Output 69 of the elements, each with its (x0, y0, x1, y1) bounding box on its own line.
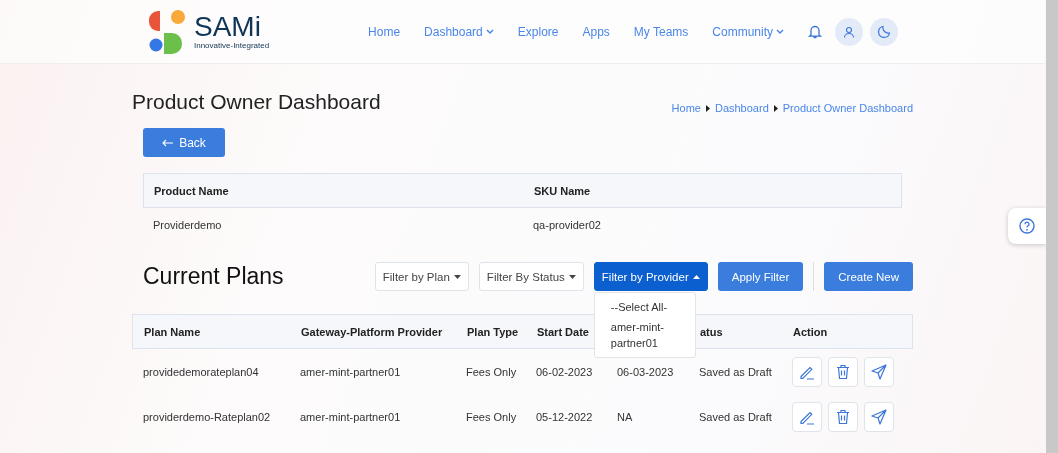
column-header: Gateway-Platform Provider (301, 325, 444, 338)
column-header: Action (793, 325, 829, 338)
send-button[interactable] (864, 401, 894, 432)
column-header: SKU Name (534, 184, 592, 197)
send-icon (871, 363, 887, 380)
nav-link[interactable]: Explore (517, 24, 559, 39)
table-cell-text: 05-12-2022 (536, 410, 594, 423)
dark-mode-button[interactable] (870, 17, 898, 46)
nav-link[interactable]: Community (712, 24, 784, 39)
column-header: Plan Type (467, 325, 520, 338)
table-cell-text: amer-mint-partner01 (300, 365, 402, 378)
create-new-button[interactable]: Create New (824, 262, 913, 291)
nav-link[interactable]: Home (368, 24, 401, 39)
table-cell-text: qa-provider02 (533, 218, 602, 231)
trash-icon (836, 408, 850, 425)
table-cell-text: NA (617, 410, 634, 423)
delete-button[interactable] (828, 356, 858, 387)
edit-button[interactable] (792, 356, 822, 387)
table-cell-text: 06-03-2023 (617, 365, 675, 378)
caret-icon (453, 274, 461, 279)
column-header: Plan Name (144, 325, 202, 338)
scrollbar[interactable] (1046, 0, 1058, 453)
bell-icon[interactable] (808, 24, 822, 39)
brand-name: SAMi (194, 13, 262, 41)
table-cell-text: Fees Only (466, 365, 518, 378)
table-cell-text: amer-mint-partner01 (300, 410, 402, 423)
breadcrumb-separator-icon (705, 104, 710, 112)
apply-filter-button[interactable]: Apply Filter (717, 262, 804, 291)
user-button[interactable] (835, 17, 863, 46)
chevron-down-icon (776, 28, 784, 35)
caret-icon (568, 274, 576, 279)
moon-icon (877, 25, 891, 38)
edit-button[interactable] (792, 401, 822, 432)
breadcrumb-link[interactable]: Product Owner Dashboard (782, 102, 913, 114)
dropdown-option[interactable]: --Select All- (594, 297, 697, 317)
nav-link[interactable]: Apps (582, 24, 610, 39)
table-cell-text: 06-02-2023 (536, 365, 594, 378)
column-header: atus (700, 325, 724, 338)
brand-tagline: Innovative-Integrated (194, 41, 270, 50)
caret-icon (692, 274, 700, 279)
chevron-down-icon (485, 28, 494, 35)
filter-dropdown[interactable]: Filter by Plan (374, 262, 469, 291)
delete-button[interactable] (828, 401, 858, 432)
user-icon (843, 25, 855, 38)
arrow-left-icon (162, 138, 174, 147)
section-title: Current Plans (143, 263, 285, 290)
table-cell-text: providerdemo-Rateplan02 (143, 410, 272, 423)
nav-link[interactable]: My Teams (633, 24, 689, 39)
filter-dropdown[interactable]: Filter By Status (478, 262, 584, 291)
send-icon (871, 408, 887, 425)
breadcrumb-link[interactable]: Dashboard (714, 102, 769, 114)
breadcrumb-separator-icon (773, 104, 778, 112)
dropdown-option[interactable]: amer-mint-partner01 (594, 317, 697, 353)
breadcrumb-link[interactable]: Home (671, 102, 701, 114)
help-button[interactable] (1008, 208, 1046, 244)
table-cell-text: Saved as Draft (699, 365, 773, 378)
table-cell-text: providedemorateplan04 (143, 365, 260, 378)
back-button[interactable]: Back (143, 128, 225, 157)
filter-dropdown[interactable]: Filter by Provider (593, 262, 708, 291)
table-cell-text: Providerdemo (153, 218, 223, 231)
send-button[interactable] (864, 356, 894, 387)
help-icon (1019, 218, 1035, 234)
table-cell-text: Fees Only (466, 410, 518, 423)
trash-icon (836, 363, 850, 380)
column-header: Product Name (154, 184, 230, 197)
page-title: Product Owner Dashboard (132, 90, 381, 114)
logo-icon (148, 9, 188, 54)
nav-link[interactable]: Dashboard (424, 24, 494, 39)
table-cell-text: Saved as Draft (699, 410, 773, 423)
